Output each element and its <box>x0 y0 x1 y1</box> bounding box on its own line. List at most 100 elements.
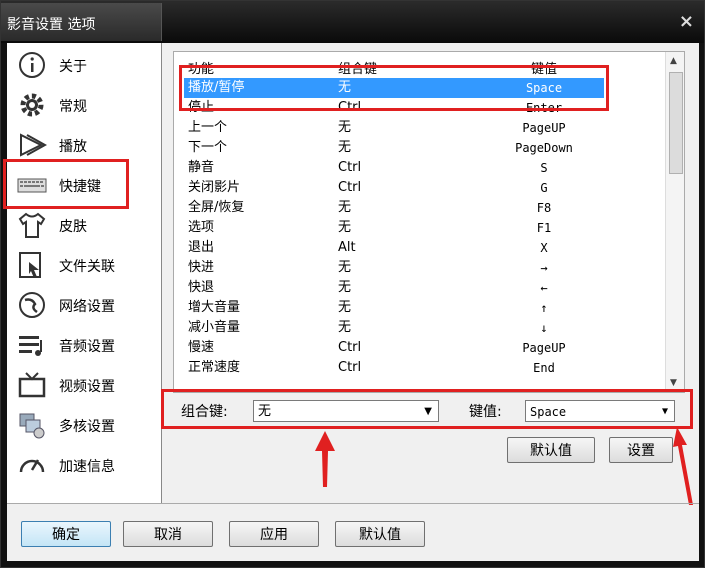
row-modifier: 无 <box>338 320 352 335</box>
row-modifier: Ctrl <box>338 340 362 355</box>
row-function: 选项 <box>188 220 215 235</box>
sidebar-item-video[interactable]: 视频设置 <box>7 365 161 405</box>
row-key: ↓ <box>540 321 548 335</box>
sidebar-item-label: 音频设置 <box>59 339 115 355</box>
multicore-icon <box>19 413 45 439</box>
row-modifier: 无 <box>338 260 352 275</box>
info-icon <box>19 52 45 78</box>
row-function: 静音 <box>188 160 215 175</box>
sidebar-item-label: 多核设置 <box>59 419 115 435</box>
sidebar-item-label: 网络设置 <box>59 299 115 315</box>
row-function: 慢速 <box>188 340 215 355</box>
sidebar-item-label: 关于 <box>59 59 87 75</box>
title-bar: 影音设置 选项 × <box>1 1 704 43</box>
settings-window: 影音设置 选项 × 关于 常规 播放 快捷键 皮肤 文件关联 网络设置 音频设置… <box>0 0 705 568</box>
scroll-up-icon[interactable]: ▲ <box>670 56 677 66</box>
sidebar-item-file-association[interactable]: 文件关联 <box>7 245 161 285</box>
reset-shortcut-button[interactable]: 默认值 <box>507 437 595 463</box>
table-row[interactable]: 减小音量 无 ↓ <box>174 318 664 338</box>
annotation-box-editor <box>161 389 693 429</box>
sidebar-item-skin[interactable]: 皮肤 <box>7 205 161 245</box>
row-function: 下一个 <box>188 140 228 155</box>
ok-button[interactable]: 确定 <box>21 521 111 547</box>
row-key: F1 <box>536 221 552 235</box>
table-row[interactable]: 增大音量 无 ↑ <box>174 298 664 318</box>
gear-icon <box>20 93 44 117</box>
apply-button[interactable]: 应用 <box>229 521 319 547</box>
table-row[interactable]: 快进 无 → <box>174 258 664 278</box>
restore-defaults-button[interactable]: 默认值 <box>335 521 425 547</box>
row-key: PageDown <box>515 141 573 155</box>
row-key: ← <box>540 281 548 295</box>
annotation-arrow-up-icon <box>315 431 335 487</box>
row-key: PageUP <box>522 121 566 135</box>
scroll-down-icon[interactable]: ▼ <box>670 378 677 388</box>
row-key: F8 <box>536 201 552 215</box>
row-modifier: 无 <box>338 200 352 215</box>
row-function: 退出 <box>188 240 215 255</box>
sidebar-item-multicore[interactable]: 多核设置 <box>7 405 161 445</box>
row-function: 增大音量 <box>188 300 241 315</box>
table-row[interactable]: 关闭影片 Ctrl G <box>174 178 664 198</box>
sidebar-item-acceleration[interactable]: 加速信息 <box>7 445 161 485</box>
row-modifier: 无 <box>338 140 352 155</box>
annotation-box-hotkeys <box>3 159 129 209</box>
table-row[interactable]: 全屏/恢复 无 F8 <box>174 198 664 218</box>
scroll-thumb[interactable] <box>669 72 683 174</box>
sidebar-item-network[interactable]: 网络设置 <box>7 285 161 325</box>
row-function: 上一个 <box>188 120 228 135</box>
row-modifier: 无 <box>338 220 352 235</box>
footer-divider <box>7 503 699 504</box>
sidebar-item-label: 常规 <box>59 99 87 115</box>
table-row[interactable]: 正常速度 Ctrl End <box>174 358 664 378</box>
table-row[interactable]: 上一个 无 PageUP <box>174 118 664 138</box>
sidebar: 关于 常规 播放 快捷键 皮肤 文件关联 网络设置 音频设置 视频设置 多核设置… <box>7 43 162 503</box>
speedometer-icon <box>19 459 45 473</box>
shirt-icon <box>18 212 46 238</box>
window-title: 影音设置 选项 <box>7 17 96 33</box>
sidebar-item-general[interactable]: 常规 <box>7 85 161 125</box>
table-row[interactable]: 快退 无 ← <box>174 278 664 298</box>
row-key: G <box>540 181 548 195</box>
network-icon <box>19 292 45 318</box>
row-function: 减小音量 <box>188 320 241 335</box>
row-function: 全屏/恢复 <box>188 200 245 215</box>
set-shortcut-button[interactable]: 设置 <box>609 437 673 463</box>
title-tab: 影音设置 选项 <box>1 3 162 41</box>
sidebar-item-label: 播放 <box>59 139 87 155</box>
vertical-scrollbar[interactable]: ▲ ▼ <box>665 52 684 392</box>
sidebar-item-label: 皮肤 <box>59 219 87 235</box>
row-modifier: 无 <box>338 300 352 315</box>
annotation-box-selected-row <box>179 65 609 111</box>
row-modifier: Alt <box>338 240 356 255</box>
row-key: End <box>533 361 555 375</box>
play-icon <box>20 133 47 157</box>
sidebar-item-label: 视频设置 <box>59 379 115 395</box>
row-key: ↑ <box>540 301 548 315</box>
cancel-button[interactable]: 取消 <box>123 521 213 547</box>
row-key: X <box>540 241 548 255</box>
row-function: 快进 <box>188 260 215 275</box>
table-row[interactable]: 慢速 Ctrl PageUP <box>174 338 664 358</box>
row-function: 快退 <box>188 280 215 295</box>
annotation-arrow-diagonal-icon <box>673 427 693 505</box>
row-function: 关闭影片 <box>188 180 241 195</box>
row-key: → <box>540 261 548 275</box>
sidebar-item-label: 加速信息 <box>59 459 115 475</box>
row-modifier: 无 <box>338 280 352 295</box>
row-key: S <box>540 161 548 175</box>
table-row[interactable]: 选项 无 F1 <box>174 218 664 238</box>
row-modifier: Ctrl <box>338 160 362 175</box>
dialog-body: 关于 常规 播放 快捷键 皮肤 文件关联 网络设置 音频设置 视频设置 多核设置… <box>3 43 699 561</box>
row-key: PageUP <box>522 341 566 355</box>
row-modifier: Ctrl <box>338 360 362 375</box>
table-row[interactable]: 静音 Ctrl S <box>174 158 664 178</box>
tv-icon <box>18 372 46 398</box>
close-button[interactable]: × <box>679 11 694 32</box>
sidebar-item-about[interactable]: 关于 <box>7 45 161 85</box>
row-modifier: 无 <box>338 120 352 135</box>
table-row[interactable]: 下一个 无 PageDown <box>174 138 664 158</box>
row-modifier: Ctrl <box>338 180 362 195</box>
sidebar-item-audio[interactable]: 音频设置 <box>7 325 161 365</box>
table-row[interactable]: 退出 Alt X <box>174 238 664 258</box>
